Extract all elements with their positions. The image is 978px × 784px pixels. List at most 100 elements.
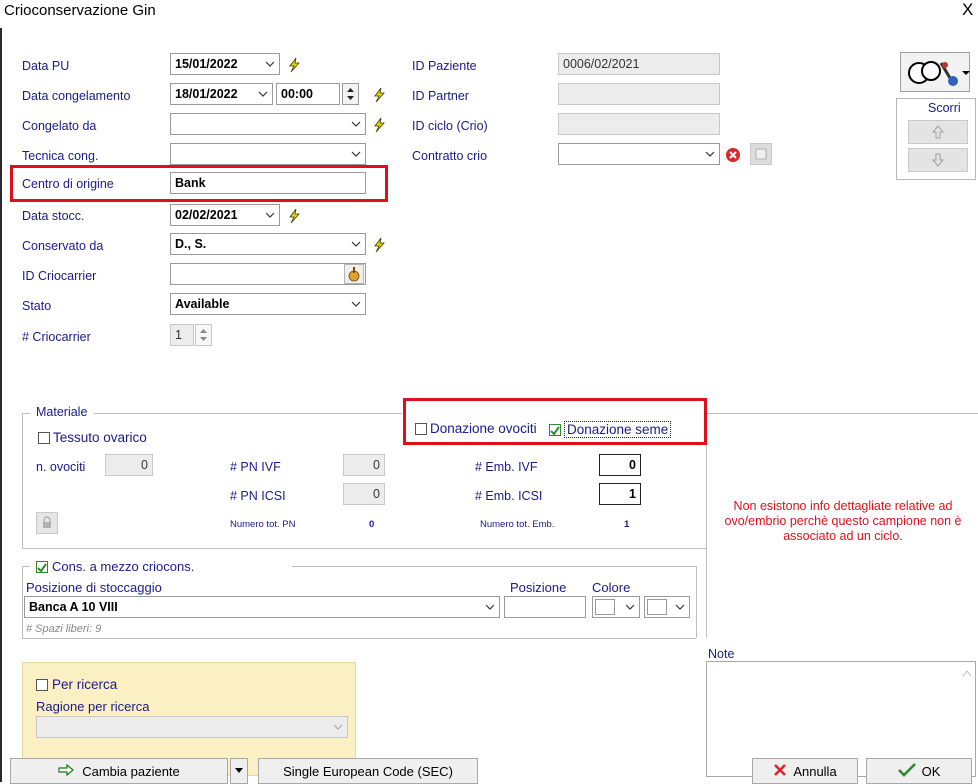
data-stocc-field[interactable]: 02/02/2021: [170, 204, 280, 226]
lightning-icon[interactable]: [370, 86, 388, 104]
materiale-group-border: [22, 413, 23, 548]
ragione-ricerca-label: Ragione per ricerca: [36, 699, 150, 714]
congelato-da-select[interactable]: [170, 113, 366, 135]
lightning-icon[interactable]: [370, 236, 388, 254]
color-swatch: [595, 599, 615, 615]
sec-button[interactable]: Single European Code (SEC): [258, 758, 478, 784]
ragione-ricerca-select: [36, 716, 348, 738]
n-criocarrier-label: # Criocarrier: [22, 330, 91, 344]
stato-value: Available: [175, 297, 230, 311]
lightning-icon[interactable]: [285, 207, 303, 225]
tot-emb-label: Numero tot. Emb.: [480, 519, 555, 530]
chevron-down-icon: [332, 721, 344, 733]
emb-ivf-label: # Emb. IVF: [475, 460, 538, 474]
cambia-paziente-label: Cambia paziente: [82, 763, 180, 779]
n-criocarrier-field[interactable]: 1: [170, 324, 194, 346]
checkbox-box[interactable]: [415, 422, 427, 435]
contratto-crio-select[interactable]: [558, 143, 720, 165]
per-ricerca-label: Per ricerca: [52, 677, 118, 692]
chevron-down-icon[interactable]: [350, 298, 362, 310]
per-ricerca-checkbox[interactable]: Per ricerca: [36, 677, 117, 692]
data-congelamento-label: Data congelamento: [22, 89, 131, 103]
id-criocarrier-field[interactable]: [170, 263, 366, 285]
chevron-down-icon[interactable]: [264, 58, 276, 70]
tot-pn-label: Numero tot. PN: [230, 519, 296, 530]
cons-criocons-label: Cons. a mezzo criocons.: [52, 559, 195, 574]
pn-ivf-value: 0: [373, 458, 380, 472]
annulla-label: Annulla: [793, 763, 837, 779]
delete-icon[interactable]: [725, 147, 741, 163]
donazione-seme-checkbox[interactable]: Donazione seme: [549, 421, 672, 438]
chevron-down-icon[interactable]: [484, 601, 496, 613]
materiale-legend: Materiale: [36, 405, 88, 419]
posizione-stoccaggio-value: Banca A 10 VIII: [29, 600, 118, 614]
tessuto-ovarico-checkbox[interactable]: Tessuto ovarico: [38, 430, 147, 445]
colore-select-2[interactable]: [644, 596, 690, 618]
data-pu-field[interactable]: 15/01/2022: [170, 53, 280, 75]
annulla-button[interactable]: Annulla: [752, 758, 858, 784]
n-criocarrier-spinner[interactable]: [195, 324, 212, 346]
chevron-down-icon[interactable]: [257, 88, 269, 100]
pn-icsi-field: 0: [343, 483, 385, 505]
checkbox-checked[interactable]: [549, 423, 561, 436]
pn-icsi-value: 0: [373, 487, 380, 501]
congelato-da-label: Congelato da: [22, 119, 97, 133]
scan-hand-icon[interactable]: [344, 264, 364, 284]
lightning-icon[interactable]: [370, 116, 388, 134]
posizione-stoccaggio-select[interactable]: Banca A 10 VIII: [24, 596, 500, 618]
close-button[interactable]: X: [962, 0, 973, 20]
centro-origine-value: Bank: [175, 176, 206, 190]
checkbox-box[interactable]: [36, 678, 48, 691]
id-paziente-field: 0006/02/2021: [558, 53, 720, 75]
contract-edit-icon[interactable]: [750, 143, 772, 165]
stato-label: Stato: [22, 299, 52, 313]
lightning-icon[interactable]: [285, 56, 303, 74]
tecnica-cong-select[interactable]: [170, 143, 366, 165]
chevron-down-icon[interactable]: [350, 148, 362, 160]
info-group-border: [706, 413, 707, 638]
sec-label: Single European Code (SEC): [283, 763, 453, 779]
chevron-down-icon[interactable]: [350, 238, 362, 250]
tot-emb-value: 1: [624, 519, 630, 530]
scroll-panel-label: Scorri: [928, 101, 961, 115]
chevron-down-icon[interactable]: [264, 209, 276, 221]
checkbox-box[interactable]: [38, 431, 50, 444]
time-congelamento-value: 00:00: [281, 87, 313, 101]
contratto-crio-label: Contratto crio: [412, 149, 488, 163]
lock-icon[interactable]: [36, 512, 58, 534]
chevron-down-icon[interactable]: [674, 601, 686, 613]
chevron-down-icon[interactable]: [624, 601, 636, 613]
spazi-liberi-text: # Spazi liberi: 9: [26, 623, 102, 635]
storage-group-border: [696, 566, 697, 638]
window-title: Crioconservazione Gin: [4, 2, 156, 19]
cambia-paziente-button[interactable]: Cambia paziente: [10, 758, 228, 784]
time-spinner[interactable]: [342, 83, 359, 105]
colore-select-1[interactable]: [592, 596, 640, 618]
ok-button[interactable]: OK: [866, 758, 972, 784]
emb-ivf-field[interactable]: 0: [599, 454, 641, 476]
pn-icsi-label: # PN ICSI: [230, 489, 286, 503]
pn-ivf-label: # PN IVF: [230, 460, 281, 474]
data-congelamento-field[interactable]: 18/01/2022: [170, 83, 273, 105]
conservato-da-value: D., S.: [175, 237, 207, 251]
no-cycle-info-message: Non esistono info dettagliate relative a…: [724, 499, 962, 543]
stato-select[interactable]: Available: [170, 293, 366, 315]
emb-icsi-field[interactable]: 1: [599, 483, 641, 505]
patient-couple-button[interactable]: [900, 52, 970, 92]
time-congelamento-field[interactable]: 00:00: [276, 83, 340, 105]
materiale-group-line: [22, 548, 706, 549]
chevron-down-icon[interactable]: [350, 118, 362, 130]
scroll-down-button[interactable]: [908, 148, 968, 172]
storage-group-border: [22, 566, 23, 638]
cambia-paziente-dropdown[interactable]: [230, 758, 248, 784]
posizione-field[interactable]: [504, 596, 586, 618]
checkmark-icon: [897, 762, 916, 780]
arrow-right-icon: [58, 763, 75, 779]
scroll-up-button[interactable]: [908, 120, 968, 144]
chevron-down-icon[interactable]: [704, 148, 716, 160]
donazione-ovociti-checkbox[interactable]: Donazione ovociti: [415, 421, 537, 436]
cons-criocons-checkbox[interactable]: Cons. a mezzo criocons.: [36, 559, 194, 574]
conservato-da-select[interactable]: D., S.: [170, 233, 366, 255]
centro-origine-field[interactable]: Bank: [170, 172, 366, 194]
checkbox-checked[interactable]: [36, 560, 48, 573]
